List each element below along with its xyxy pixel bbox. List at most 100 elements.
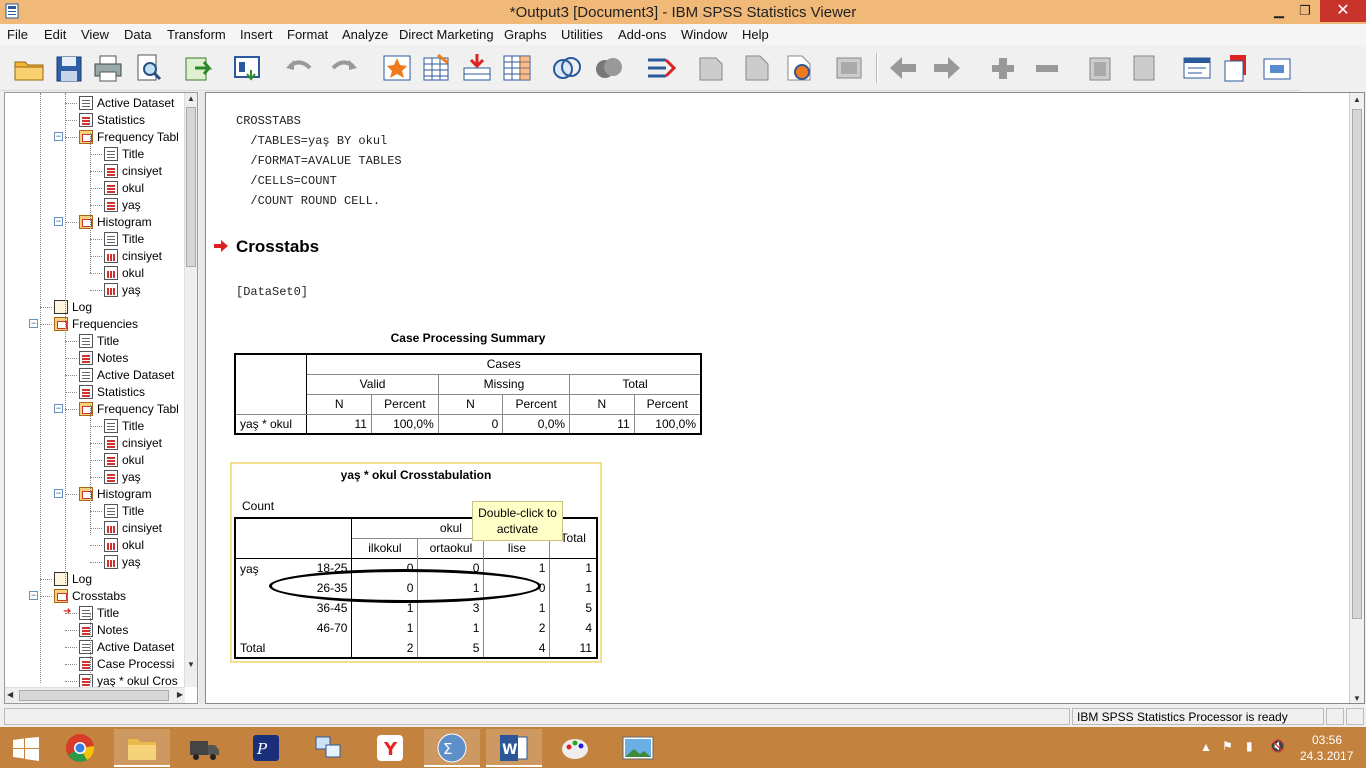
- variables-icon[interactable]: [500, 52, 534, 84]
- output-pane[interactable]: CROSSTABS /TABLES=yaş BY okul /FORMAT=AV…: [205, 92, 1365, 704]
- tree-item[interactable]: Notes: [79, 621, 128, 638]
- menu-file[interactable]: File: [7, 27, 28, 42]
- menu-view[interactable]: View: [81, 27, 109, 42]
- tree-item[interactable]: Active Dataset: [79, 94, 174, 111]
- undo-icon[interactable]: [282, 52, 316, 84]
- back-icon[interactable]: [886, 52, 920, 84]
- hide-all-icon[interactable]: [1128, 52, 1162, 84]
- tree-item[interactable]: Notes: [79, 349, 128, 366]
- tree-item[interactable]: okul: [104, 451, 144, 468]
- chrome-icon[interactable]: [52, 729, 108, 767]
- collapse-node-icon[interactable]: −: [54, 404, 63, 413]
- start-icon[interactable]: [0, 729, 56, 767]
- word-icon[interactable]: W: [486, 729, 542, 767]
- menu-format[interactable]: Format: [287, 27, 328, 42]
- scrollbar-thumb[interactable]: [186, 107, 196, 267]
- tree-item[interactable]: cinsiyet: [104, 162, 162, 179]
- tree-item[interactable]: Title: [104, 417, 144, 434]
- collapse-node-icon[interactable]: −: [54, 489, 63, 498]
- file-explorer-icon[interactable]: [114, 729, 170, 767]
- collapse-icon[interactable]: [1030, 52, 1064, 84]
- yandex-icon[interactable]: Y: [362, 729, 418, 767]
- menu-utilities[interactable]: Utilities: [561, 27, 603, 42]
- tree-item[interactable]: Title: [104, 145, 144, 162]
- outline-tree[interactable]: Active Dataset Statistics − Frequency Tabl T…: [5, 93, 185, 687]
- action-center-flag-icon[interactable]: ⚑: [1222, 739, 1233, 753]
- tree-item[interactable]: yaş: [104, 196, 141, 213]
- tree-item[interactable]: yaş: [104, 281, 141, 298]
- volume-muted-icon[interactable]: 🔇: [1270, 739, 1285, 753]
- tree-item[interactable]: Title: [104, 230, 144, 247]
- paint-icon[interactable]: [548, 729, 604, 767]
- title-icon[interactable]: [1220, 52, 1254, 84]
- menu-window[interactable]: Window: [681, 27, 727, 42]
- menu-help[interactable]: Help: [742, 27, 769, 42]
- print-preview-icon[interactable]: [131, 52, 165, 84]
- collapse-node-icon[interactable]: −: [29, 319, 38, 328]
- hide-icon[interactable]: [832, 52, 866, 84]
- insert-cases-icon[interactable]: [460, 52, 494, 84]
- recall-dialog-icon[interactable]: [231, 52, 265, 84]
- print-icon[interactable]: [91, 52, 125, 84]
- menu-direct-marketing[interactable]: Direct Marketing: [399, 27, 494, 42]
- weight-cases-icon[interactable]: [592, 52, 626, 84]
- menu-data[interactable]: Data: [124, 27, 151, 42]
- tree-item[interactable]: Active Dataset: [79, 366, 174, 383]
- show-icon[interactable]: [1084, 52, 1118, 84]
- tree-item[interactable]: Frequency Tabl: [79, 128, 179, 145]
- tree-item[interactable]: Log: [54, 570, 92, 587]
- tree-item[interactable]: Frequencies: [54, 315, 138, 332]
- tree-item[interactable]: cinsiyet: [104, 434, 162, 451]
- dataset-label[interactable]: [DataSet0]: [236, 285, 308, 299]
- scroll-left-icon[interactable]: ◀: [7, 690, 13, 699]
- tree-item[interactable]: yaş: [104, 468, 141, 485]
- maximize-button[interactable]: ❐: [1290, 0, 1320, 22]
- scroll-down-icon[interactable]: ▼: [1353, 694, 1361, 703]
- heading-icon[interactable]: [1180, 52, 1214, 84]
- save-icon[interactable]: [52, 52, 86, 84]
- redo-icon[interactable]: [327, 52, 361, 84]
- tree-item[interactable]: Log: [54, 298, 92, 315]
- spss-icon[interactable]: Σ: [424, 729, 480, 767]
- clock-date[interactable]: 24.3.2017: [1300, 749, 1353, 763]
- text-icon[interactable]: [1260, 52, 1294, 84]
- truck-app-icon[interactable]: [176, 729, 232, 767]
- split-file-icon[interactable]: [644, 52, 678, 84]
- tray-expand-icon[interactable]: ▲: [1200, 740, 1212, 754]
- collapse-node-icon[interactable]: −: [54, 132, 63, 141]
- menu-edit[interactable]: Edit: [44, 27, 66, 42]
- expand-icon[interactable]: [986, 52, 1020, 84]
- crosstabs-heading[interactable]: Crosstabs: [236, 237, 319, 257]
- pb-app-icon[interactable]: P: [238, 729, 294, 767]
- tree-item[interactable]: cinsiyet: [104, 519, 162, 536]
- pivot-icon[interactable]: [740, 52, 774, 84]
- collapse-node-icon[interactable]: −: [29, 591, 38, 600]
- scroll-up-icon[interactable]: ▲: [187, 94, 195, 103]
- menu-addons[interactable]: Add-ons: [618, 27, 666, 42]
- case-summary-table[interactable]: Cases Valid Missing Total N Percent N Pe…: [234, 353, 702, 435]
- menu-transform[interactable]: Transform: [167, 27, 226, 42]
- goto-variable-icon[interactable]: [420, 52, 454, 84]
- tree-item[interactable]: Title: [79, 604, 119, 621]
- collapse-node-icon[interactable]: −: [54, 217, 63, 226]
- export-icon[interactable]: [181, 52, 215, 84]
- menu-analyze[interactable]: Analyze: [342, 27, 388, 42]
- tree-item[interactable]: Statistics: [79, 383, 145, 400]
- scroll-up-icon[interactable]: ▲: [1353, 95, 1361, 104]
- tree-item[interactable]: Title: [104, 502, 144, 519]
- tree-item[interactable]: yaş * okul Cros: [79, 672, 178, 687]
- scroll-down-icon[interactable]: ▼: [187, 660, 195, 669]
- tree-item[interactable]: okul: [104, 179, 144, 196]
- select-cases-icon[interactable]: [550, 52, 584, 84]
- scrollbar-thumb[interactable]: [1352, 109, 1362, 619]
- tree-item[interactable]: Active Dataset: [79, 638, 174, 655]
- tree-item[interactable]: cinsiyet: [104, 247, 162, 264]
- tree-item[interactable]: okul: [104, 264, 144, 281]
- tree-item[interactable]: okul: [104, 536, 144, 553]
- scroll-right-icon[interactable]: ▶: [177, 690, 183, 699]
- chart-builder-icon[interactable]: [694, 52, 728, 84]
- close-button[interactable]: ✕: [1320, 0, 1366, 22]
- outline-vertical-scrollbar[interactable]: ▲ ▼: [184, 93, 197, 687]
- output-vertical-scrollbar[interactable]: ▲ ▼: [1349, 93, 1364, 703]
- tree-item[interactable]: Crosstabs: [54, 587, 126, 604]
